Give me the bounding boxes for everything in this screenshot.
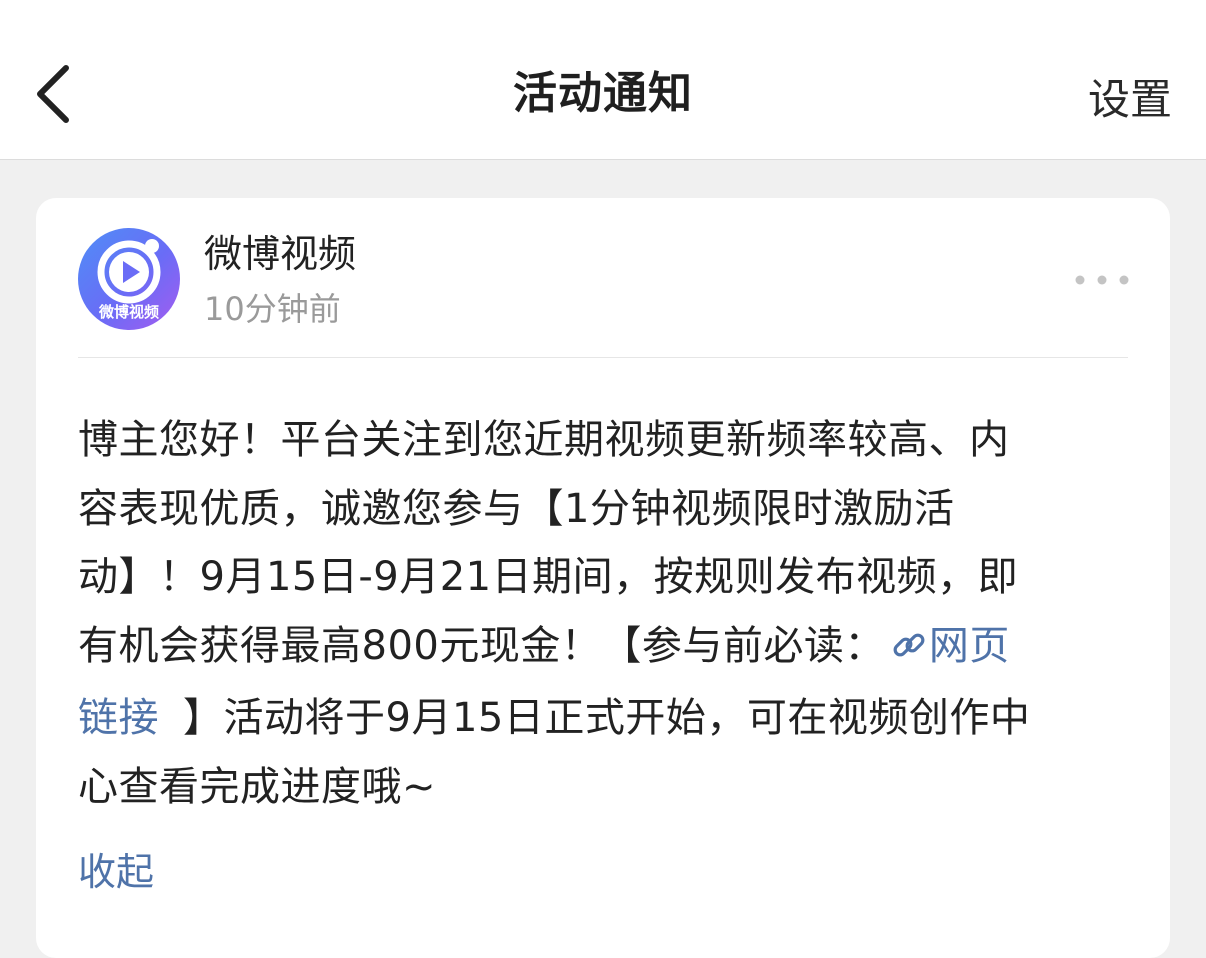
sender-name[interactable]: 微博视频 <box>204 228 356 280</box>
message-timestamp: 10分钟前 <box>204 290 341 328</box>
more-options-button[interactable] <box>1074 266 1130 294</box>
avatar[interactable]: 微博视频 <box>78 228 180 330</box>
collapse-button[interactable]: 收起 <box>78 846 154 898</box>
web-link[interactable]: 网页 <box>885 623 1010 669</box>
message-line: 动】！9月15日-9月21日期间，按规则发布视频，即 <box>78 554 1019 601</box>
top-nav-bar: 活动通知 设置 <box>0 0 1206 160</box>
message-line-text: 】活动将于9月15日正式开始，可在视频创作中 <box>183 695 1031 742</box>
message-line-text: 有机会获得最高800元现金！【参与前必读： <box>78 622 885 669</box>
web-link-label: 网页 <box>928 622 1010 669</box>
page-title: 活动通知 <box>513 68 693 119</box>
message-line: 博主您好！平台关注到您近期视频更新频率较高、内 <box>78 417 1010 463</box>
more-dots-icon <box>1075 275 1129 285</box>
message-line: 心查看完成进度哦~ <box>78 763 437 810</box>
message-line: 容表现优质，诚邀您参与【1分钟视频限时激励活 <box>78 485 955 532</box>
message-line: 有机会获得最高800元现金！【参与前必读： 网页 <box>78 612 1128 685</box>
avatar-label: 微博视频 <box>98 303 159 321</box>
notification-card: 微博视频 微博视频 10分钟前 博主您好！平台关注到您近期视频更新频率较高、内 … <box>36 198 1170 958</box>
message-body: 博主您好！平台关注到您近期视频更新频率较高、内 容表现优质，诚邀您参与【1分钟视… <box>78 406 1128 822</box>
settings-button[interactable]: 设置 <box>1088 70 1172 130</box>
web-link-continued[interactable]: 链接 <box>78 695 159 741</box>
header-divider <box>78 357 1128 358</box>
link-icon <box>891 616 927 685</box>
message-line: 链接 】活动将于9月15日正式开始，可在视频创作中 <box>78 684 1128 753</box>
